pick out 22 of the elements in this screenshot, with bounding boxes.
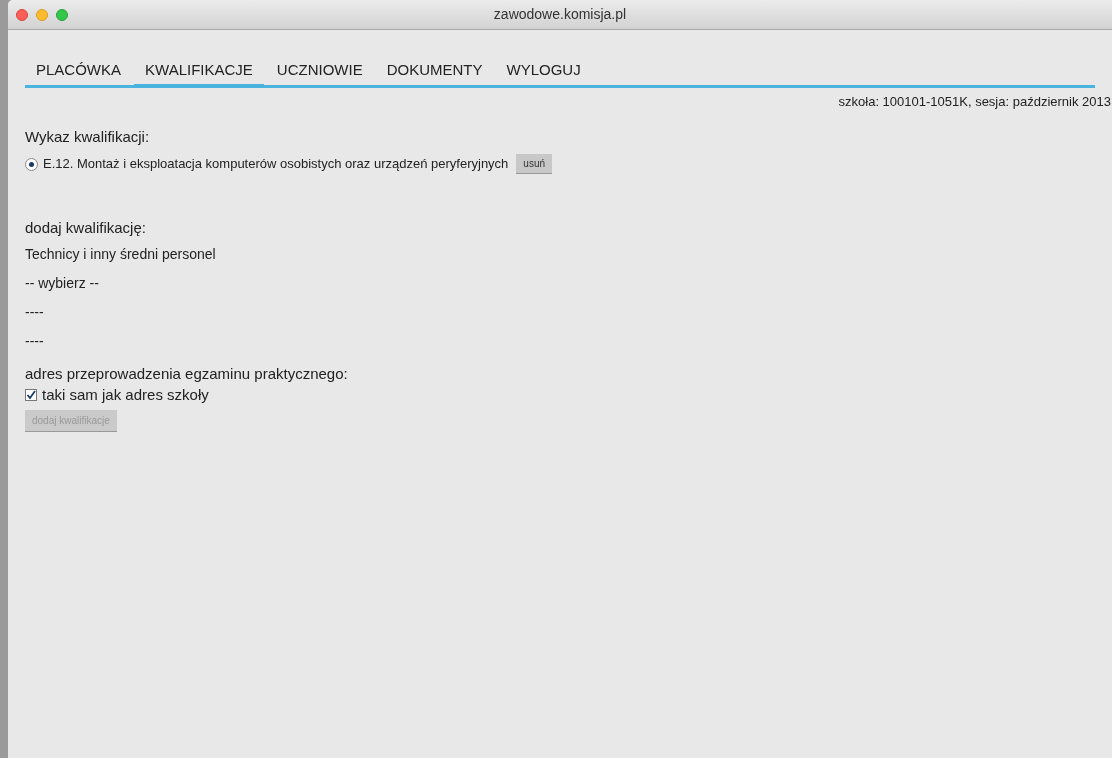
window-title: zawodowe.komisja.pl: [493, 5, 627, 24]
close-icon[interactable]: [16, 8, 28, 21]
remove-button[interactable]: usuń: [516, 154, 553, 174]
qualification-label: E.12. Montaż i eksploatacja komputerów osobistych oraz urządzeń peryferyjnych: [43, 155, 509, 174]
section-heading: Wykaz kwalifikacji:: [25, 126, 151, 147]
select-field[interactable]: ----: [25, 327, 44, 356]
minimize-icon[interactable]: [36, 8, 48, 21]
nav-tab[interactable]: DOKUMENTY: [375, 58, 494, 88]
section-heading: adres przeprowadzenia egzaminu praktycznego:: [25, 364, 349, 384]
nav-tab[interactable]: PLACÓWKA: [25, 58, 133, 88]
select-field[interactable]: Technicy i inny średni personel: [25, 240, 216, 269]
checkbox-label: taki sam jak adres szkoły: [42, 385, 209, 405]
nav-tab[interactable]: KWALIFIKACJE: [134, 58, 264, 88]
select-field[interactable]: -- wybierz --: [25, 269, 99, 298]
school-session-info: szkoła: 100101-1051K, sesja: październik 2013: [838, 93, 1111, 111]
maximize-icon[interactable]: [56, 8, 68, 21]
nav-tab[interactable]: WYLOGUJ: [495, 58, 592, 88]
radio-button[interactable]: [25, 157, 38, 171]
checkbox[interactable]: [25, 389, 37, 402]
nav-tab[interactable]: UCZNIOWIE: [265, 58, 374, 88]
section-heading: dodaj kwalifikację:: [25, 218, 147, 238]
select-field[interactable]: ----: [25, 298, 44, 327]
